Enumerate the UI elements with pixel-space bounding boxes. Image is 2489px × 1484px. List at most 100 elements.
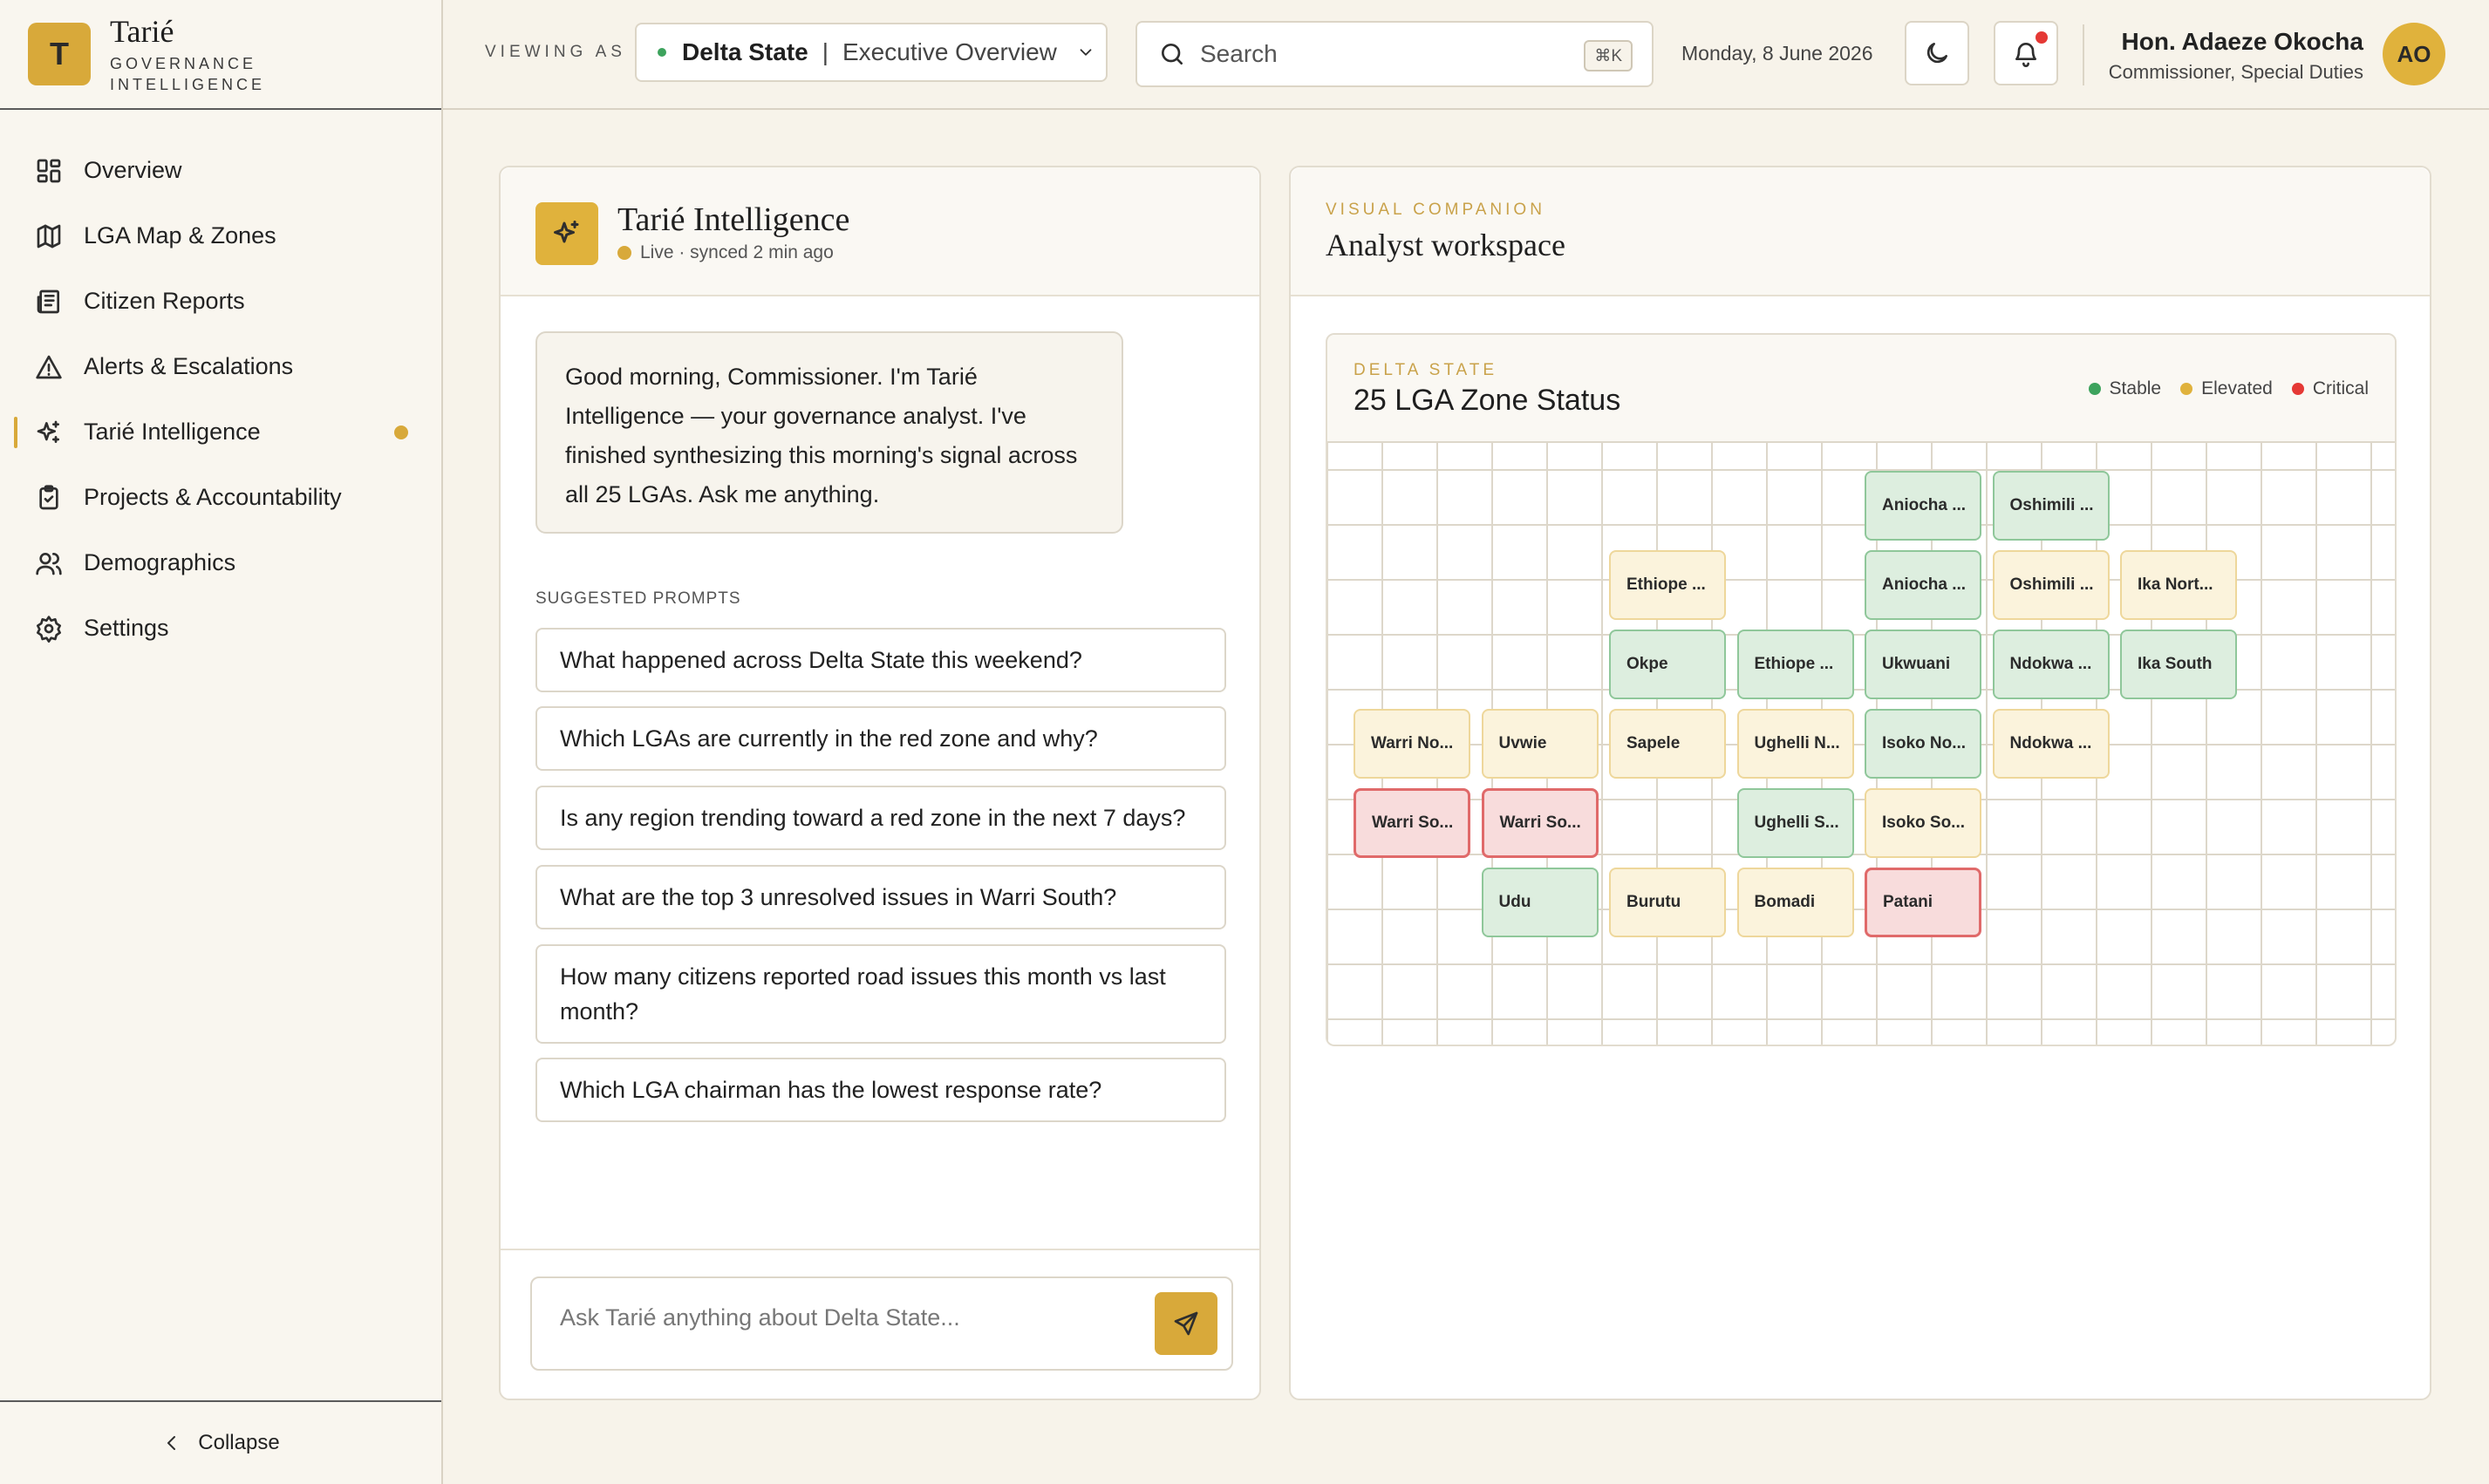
sidebar-item-label: Demographics [84, 549, 236, 575]
send-icon [1174, 1311, 1198, 1336]
lga-tile[interactable]: Udu [1481, 868, 1599, 937]
live-status-dot [658, 48, 666, 57]
lga-tile[interactable]: Isoko So... [1865, 788, 1981, 858]
theme-toggle-button[interactable] [1905, 21, 1969, 85]
lga-tile[interactable]: Ika South [2120, 630, 2237, 699]
live-status-dot [617, 246, 631, 260]
lga-tile[interactable]: Aniocha ... [1865, 550, 1981, 620]
brand-name: Tarié [110, 14, 174, 49]
lga-tile[interactable]: Ughelli S... [1736, 788, 1854, 858]
grid-eyebrow: DELTA STATE [1354, 361, 1498, 379]
chat-header: Tarié Intelligence Live · synced 2 min a… [501, 167, 1259, 296]
user-role: Commissioner, Special Duties [2108, 61, 2363, 83]
sidebar-item-demographics[interactable]: Demographics [0, 530, 441, 596]
legend-dot [2291, 383, 2304, 395]
suggested-prompt[interactable]: Is any region trending toward a red zone… [535, 786, 1226, 850]
sidebar-item-label: Citizen Reports [84, 288, 245, 314]
legend-item-elevated: Elevated [2180, 378, 2273, 399]
header-divider [2083, 24, 2084, 85]
legend-item-critical: Critical [2291, 378, 2369, 399]
current-date: Monday, 8 June 2026 [1681, 42, 1873, 65]
suggested-prompt[interactable]: How many citizens reported road issues t… [535, 944, 1226, 1044]
sidebar-item-label: Overview [84, 157, 182, 183]
viewing-as-label: VIEWING AS [485, 43, 626, 61]
chat-status-text: Live · synced 2 min ago [640, 242, 834, 262]
ai-badge [535, 202, 598, 265]
lga-tile[interactable]: Ukwuani [1865, 630, 1981, 699]
newspaper-icon [37, 289, 59, 313]
chat-title: Tarié Intelligence [617, 201, 850, 238]
send-button[interactable] [1155, 1292, 1217, 1355]
suggested-prompt[interactable]: What are the top 3 unresolved issues in … [535, 865, 1226, 929]
users-icon [36, 552, 62, 575]
sidebar-item-tarie-intelligence[interactable]: Tarié Intelligence [0, 399, 441, 465]
suggested-prompt[interactable]: Which LGAs are currently in the red zone… [535, 706, 1226, 771]
sparkles-icon [37, 420, 59, 443]
gear-icon [37, 615, 61, 643]
suggested-prompt[interactable]: Which LGA chairman has the lowest respon… [535, 1058, 1226, 1122]
lga-tile[interactable]: Patani [1865, 868, 1981, 937]
lga-tile[interactable]: Oshimili ... [1992, 471, 2110, 541]
search-box[interactable]: ⌘K [1135, 21, 1654, 87]
sidebar-item-citizen-reports[interactable]: Citizen Reports [0, 269, 441, 334]
sidebar-item-lga-map[interactable]: LGA Map & Zones [0, 203, 441, 269]
sidebar-item-projects[interactable]: Projects & Accountability [0, 465, 441, 530]
scope-separator: | [822, 38, 829, 65]
sidebar-item-alerts[interactable]: Alerts & Escalations [0, 334, 441, 399]
lga-tile[interactable]: Oshimili ... [1992, 550, 2110, 620]
avatar[interactable]: AO [2383, 23, 2445, 85]
lga-tile[interactable]: Isoko No... [1865, 709, 1981, 779]
composer [530, 1276, 1233, 1371]
moon-icon [1926, 43, 1947, 64]
brand-logo: T [28, 23, 91, 85]
lga-tile[interactable]: Burutu [1609, 868, 1726, 937]
chat-input[interactable] [560, 1304, 1118, 1331]
lga-tile[interactable]: Warri So... [1354, 788, 1470, 858]
sidebar-item-label: LGA Map & Zones [84, 222, 276, 248]
sidebar-nav: Overview LGA Map & Zones Citizen Reports… [0, 110, 441, 661]
lga-zone-grid: DELTA STATE 25 LGA Zone Status Stable El… [1326, 333, 2397, 1046]
scope-state: Delta State [682, 38, 808, 65]
lga-tile[interactable]: Ndokwa ... [1992, 709, 2110, 779]
lga-tile[interactable]: Aniocha ... [1865, 471, 1981, 541]
lga-tile[interactable]: Ughelli N... [1736, 709, 1854, 779]
bell-icon [2015, 43, 2036, 67]
collapse-button[interactable]: Collapse [0, 1400, 441, 1484]
composer-area [501, 1249, 1259, 1399]
search-input[interactable] [1200, 40, 1575, 68]
lga-tile[interactable]: Ethiope ... [1736, 630, 1854, 699]
search-shortcut: ⌘K [1584, 40, 1633, 71]
clipboard-check-icon [39, 484, 58, 509]
workspace-eyebrow: VISUAL COMPANION [1326, 201, 1545, 219]
assistant-message: Good morning, Commissioner. I'm Tarié In… [535, 331, 1123, 534]
lga-tile[interactable]: Ndokwa ... [1992, 630, 2110, 699]
lga-tile[interactable]: Ika Nort... [2120, 550, 2237, 620]
map-icon [37, 224, 61, 248]
suggested-prompt[interactable]: What happened across Delta State this we… [535, 628, 1226, 692]
lga-tile[interactable]: Warri No... [1354, 709, 1470, 779]
legend: Stable Elevated Critical [2070, 378, 2369, 399]
legend-label: Elevated [2201, 378, 2273, 398]
lga-tile[interactable]: Bomadi [1736, 868, 1854, 937]
lga-tile[interactable]: Uvwie [1481, 709, 1599, 779]
chat-panel: Tarié Intelligence Live · synced 2 min a… [499, 166, 1261, 1400]
notifications-button[interactable] [1994, 21, 2058, 85]
chevron-left-icon [167, 1436, 176, 1450]
workspace-header: VISUAL COMPANION Analyst workspace [1291, 167, 2430, 296]
sidebar: T Tarié GOVERNANCE INTELLIGENCE Overview… [0, 0, 443, 1484]
notification-badge [2036, 31, 2048, 44]
chevron-down-icon [1080, 49, 1092, 56]
lga-tile[interactable]: Ethiope ... [1609, 550, 1726, 620]
sidebar-item-overview[interactable]: Overview [0, 138, 441, 203]
brand[interactable]: T Tarié GOVERNANCE INTELLIGENCE [0, 0, 441, 110]
lga-tile[interactable]: Warri So... [1481, 788, 1599, 858]
sidebar-item-label: Settings [84, 615, 169, 641]
sidebar-item-settings[interactable]: Settings [0, 596, 441, 661]
active-indicator-dot [394, 425, 408, 439]
top-header: VIEWING AS Delta State | Executive Overv… [443, 0, 2489, 110]
lga-tile[interactable]: Okpe [1609, 630, 1726, 699]
suggested-prompts-label: SUGGESTED PROMPTS [535, 589, 741, 608]
legend-label: Stable [2109, 378, 2162, 398]
lga-tile[interactable]: Sapele [1609, 709, 1726, 779]
scope-selector[interactable]: Delta State | Executive Overview [635, 23, 1108, 82]
